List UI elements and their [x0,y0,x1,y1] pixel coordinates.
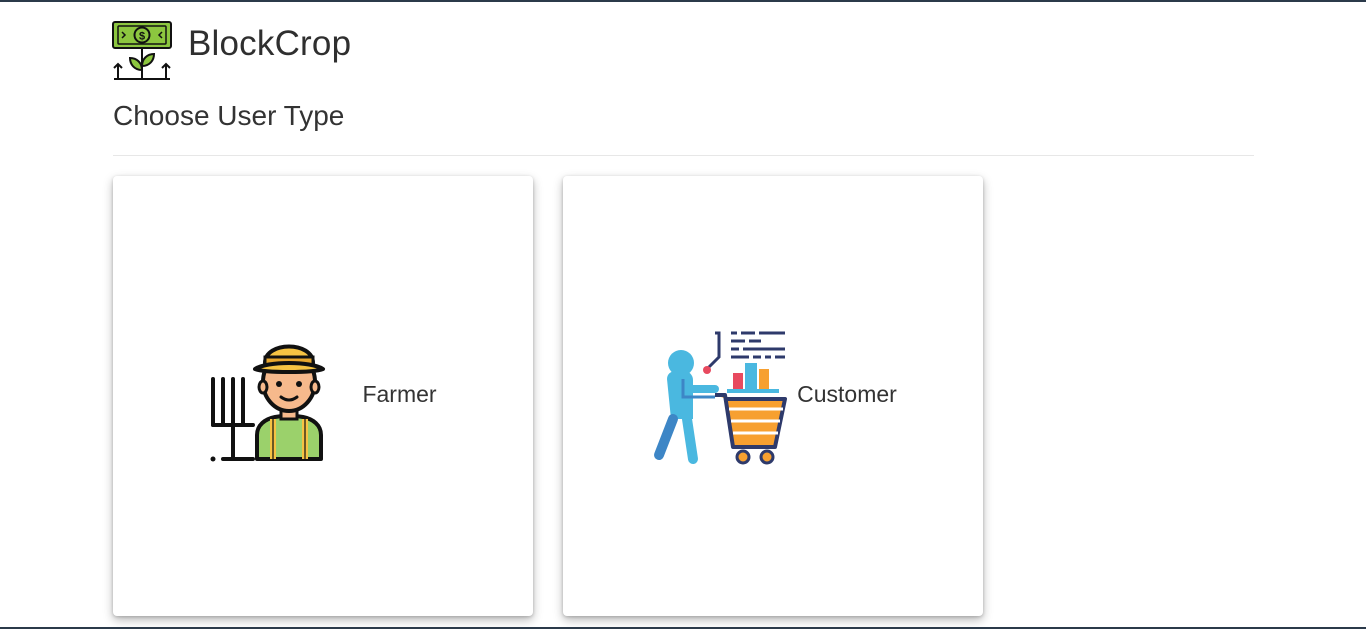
page-title: Choose User Type [113,100,345,131]
user-type-cards: Farmer Customer [113,176,983,616]
customer-shopping-cart-icon [654,331,788,465]
divider [113,155,1254,156]
brand-name: BlockCrop [188,24,352,63]
customer-label: Customer [797,380,897,407]
svg-text:$: $ [139,31,145,43]
farmer-card[interactable]: Farmer [113,176,533,616]
customer-card-content: Customer [649,327,897,465]
farmer-card-content: Farmer [209,327,437,465]
brand[interactable]: $ BlockCrop [112,20,351,82]
customer-card[interactable]: Customer [563,176,983,616]
farmer-label: Farmer [362,380,437,407]
page: $ BlockCrop Choose User Type Farmer Cust… [0,0,1366,629]
farmer-icon [210,344,326,462]
money-plant-icon: $ [112,21,172,80]
